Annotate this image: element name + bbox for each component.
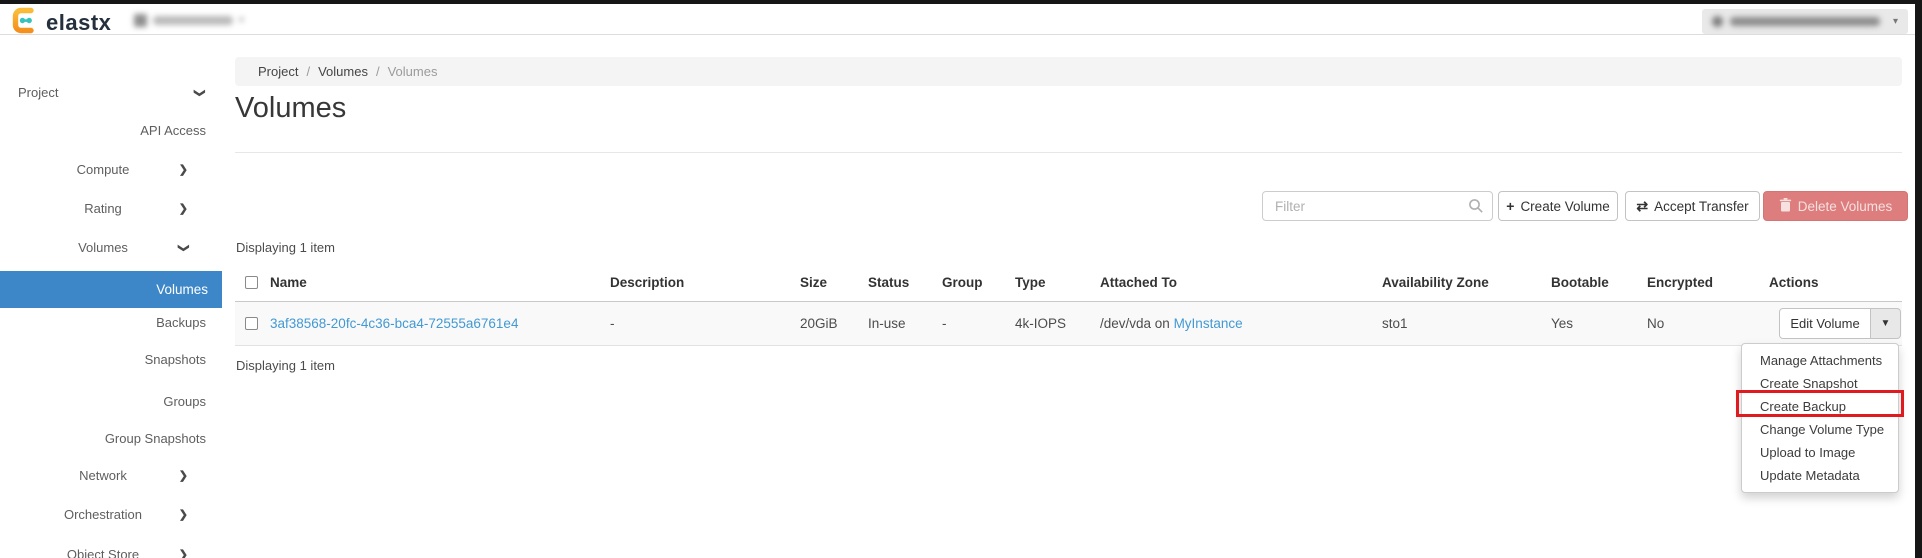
item-count-top: Displaying 1 item [236, 240, 335, 255]
cell-status: In-use [868, 301, 942, 346]
menu-item-manage-attachments[interactable]: Manage Attachments [1742, 349, 1898, 372]
sidebar-item-object-store[interactable]: Object Store ❯ [0, 543, 206, 558]
chevron-right-icon: ❯ [178, 509, 188, 521]
menu-item-update-metadata[interactable]: Update Metadata [1742, 464, 1898, 487]
menu-item-create-snapshot[interactable]: Create Snapshot [1742, 372, 1898, 395]
cell-actions: Edit Volume ▼ [1769, 301, 1902, 346]
column-header-actions: Actions [1769, 264, 1902, 302]
menu-item-change-volume-type[interactable]: Change Volume Type [1742, 418, 1898, 441]
actions-dropdown-menu: Manage Attachments Create Snapshot Creat… [1741, 343, 1899, 493]
trash-icon [1779, 197, 1792, 215]
content-divider [235, 152, 1902, 153]
elastx-logo[interactable]: elastx [12, 7, 111, 39]
search-icon[interactable] [1468, 198, 1484, 219]
volume-name-link[interactable]: 3af38568-20fc-4c36-bca4-72555a6761e4 [270, 316, 518, 331]
volumes-table: Name Description Size Status Group Type … [235, 264, 1902, 346]
sidebar-item-compute[interactable]: Compute ❯ [0, 158, 206, 182]
top-navbar: elastx ▾ ▾ [0, 4, 1915, 35]
project-icon [134, 13, 147, 27]
sidebar-item-network[interactable]: Network ❯ [0, 464, 206, 488]
sidebar-item-project[interactable]: Project ❯ [0, 81, 222, 105]
cell-size: 20GiB [800, 301, 868, 346]
cell-attached-to: /dev/vda on MyInstance [1100, 301, 1382, 346]
sidebar-item-group-snapshots[interactable]: Group Snapshots [0, 427, 222, 451]
menu-item-create-backup[interactable]: Create Backup [1742, 395, 1898, 418]
edit-volume-button[interactable]: Edit Volume [1779, 307, 1871, 339]
filter-input[interactable] [1262, 191, 1493, 221]
chevron-down-icon: ▾ [1892, 16, 1898, 27]
breadcrumb-volumes[interactable]: Volumes [318, 64, 368, 79]
chevron-right-icon: ❯ [178, 549, 188, 558]
instance-link[interactable]: MyInstance [1174, 316, 1243, 331]
horizon-dashboard: elastx ▾ ▾ Project ❯ API Access Compute … [0, 0, 1922, 558]
transfer-icon: ⇄ [1636, 197, 1649, 214]
column-header-type: Type [1015, 264, 1100, 302]
chevron-right-icon: ❯ [178, 164, 188, 176]
sidebar-item-volumes-active[interactable]: Volumes [0, 271, 222, 308]
project-switcher-redacted[interactable]: ▾ [134, 10, 259, 30]
column-header-status: Status [868, 264, 942, 302]
breadcrumb-project[interactable]: Project [258, 64, 298, 79]
column-header-name[interactable]: Name [270, 264, 610, 302]
sidebar: Project ❯ API Access Compute ❯ Rating ❯ … [0, 35, 222, 558]
cell-description: - [610, 301, 800, 346]
row-checkbox[interactable] [245, 316, 258, 330]
cell-group: - [942, 301, 1015, 346]
column-header-description: Description [610, 264, 800, 302]
column-header-availability-zone: Availability Zone [1382, 264, 1551, 302]
sidebar-item-volumes-group[interactable]: Volumes ❯ [0, 236, 206, 260]
cell-type: 4k-IOPS [1015, 301, 1100, 346]
sidebar-item-backups[interactable]: Backups [0, 311, 222, 335]
user-menu-redacted[interactable]: ▾ [1702, 9, 1908, 34]
window-top-border [0, 0, 1922, 4]
table-row: 3af38568-20fc-4c36-bca4-72555a6761e4 - 2… [235, 301, 1902, 346]
sidebar-item-groups[interactable]: Groups [0, 390, 222, 414]
accept-transfer-button[interactable]: ⇄ Accept Transfer [1625, 191, 1760, 221]
plus-icon: + [1506, 198, 1515, 214]
chevron-down-icon: ❯ [193, 88, 206, 98]
sidebar-item-orchestration[interactable]: Orchestration ❯ [0, 503, 206, 527]
delete-volumes-button[interactable]: Delete Volumes [1763, 191, 1908, 221]
breadcrumb-current: Volumes [387, 64, 438, 79]
elastx-logo-text: elastx [46, 10, 112, 35]
user-avatar-icon [1712, 16, 1723, 27]
create-volume-button[interactable]: + Create Volume [1498, 191, 1618, 221]
caret-down-icon: ▼ [1880, 317, 1891, 329]
user-email-blurred [1730, 17, 1880, 26]
cell-encrypted: No [1647, 301, 1769, 346]
select-all-checkbox[interactable] [245, 275, 258, 289]
cell-bootable: Yes [1551, 301, 1647, 346]
item-count-bottom: Displaying 1 item [236, 358, 335, 373]
chevron-right-icon: ❯ [178, 470, 188, 482]
sidebar-item-rating[interactable]: Rating ❯ [0, 197, 206, 221]
breadcrumb: Project / Volumes / Volumes [235, 57, 1902, 86]
column-header-size: Size [800, 264, 868, 302]
chevron-down-icon: ❯ [177, 243, 190, 253]
chevron-right-icon: ❯ [178, 203, 188, 215]
project-name-blurred [153, 15, 233, 25]
cell-availability-zone: sto1 [1382, 301, 1551, 346]
filter-field [1262, 191, 1493, 221]
menu-item-upload-to-image[interactable]: Upload to Image [1742, 441, 1898, 464]
column-header-attached-to: Attached To [1100, 264, 1382, 302]
actions-dropdown-toggle[interactable]: ▼ [1871, 307, 1901, 339]
column-header-bootable: Bootable [1551, 264, 1647, 302]
page-title: Volumes [235, 92, 347, 124]
column-header-encrypted: Encrypted [1647, 264, 1769, 302]
sidebar-item-snapshots[interactable]: Snapshots [0, 348, 222, 372]
chevron-down-icon: ▾ [239, 14, 245, 26]
elastx-logo-icon [12, 7, 39, 39]
actions-split-button: Edit Volume ▼ [1779, 307, 1901, 339]
sidebar-item-api-access[interactable]: API Access [0, 119, 222, 143]
column-header-group: Group [942, 264, 1015, 302]
window-right-border [1915, 0, 1922, 558]
table-header-row: Name Description Size Status Group Type … [235, 264, 1902, 302]
